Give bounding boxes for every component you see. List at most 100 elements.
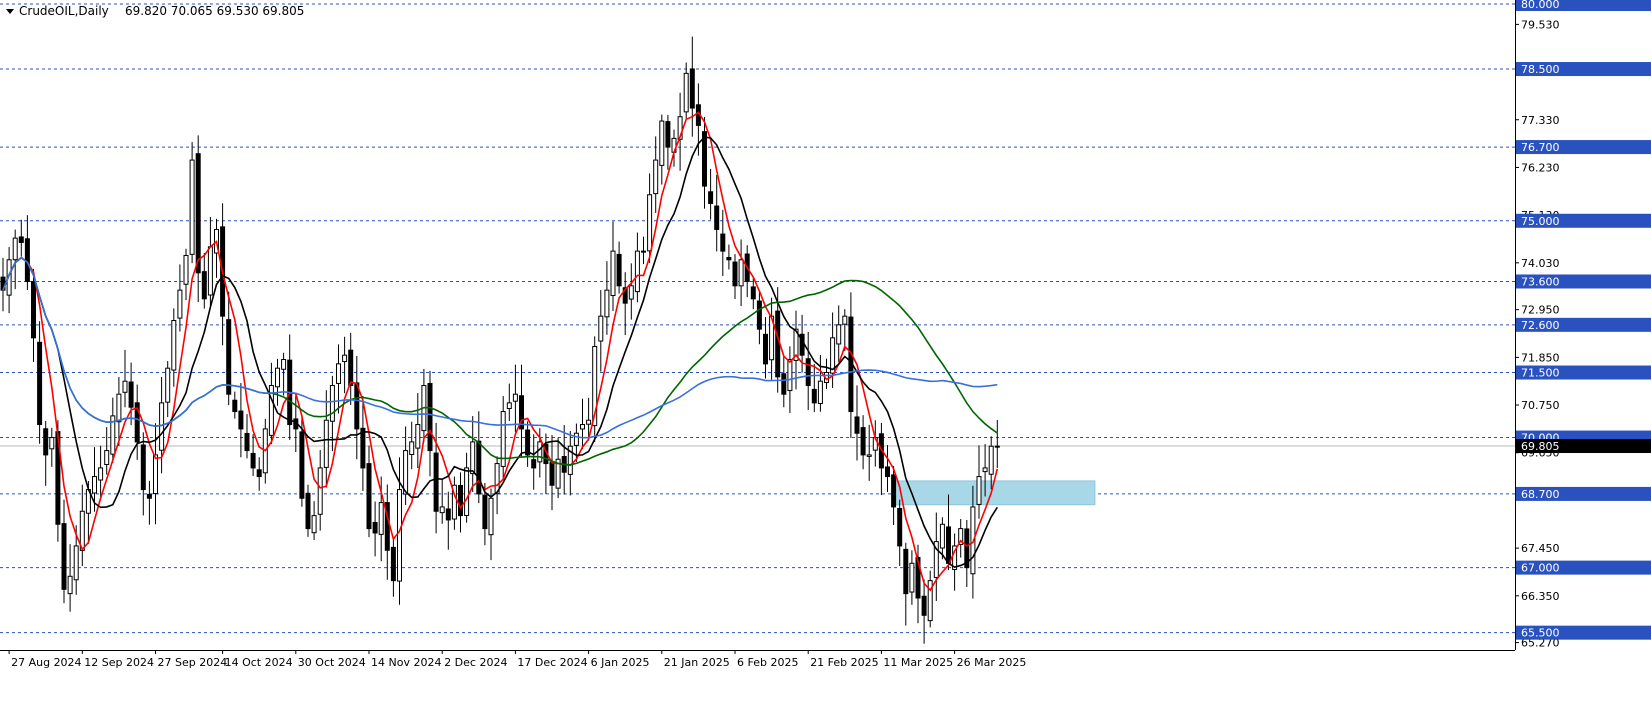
level-tag-label: 80.000 xyxy=(1521,0,1560,11)
candle-bull xyxy=(842,315,848,325)
time-tick-label: 14 Oct 2024 xyxy=(225,656,293,669)
candle-bull xyxy=(153,454,158,495)
candle-bear xyxy=(946,526,951,564)
candle xyxy=(189,142,195,264)
candle-bull xyxy=(628,285,634,300)
candle-bear xyxy=(903,548,909,595)
candle-bull xyxy=(177,289,183,319)
candle-bull xyxy=(610,250,616,297)
candle-bull xyxy=(67,575,73,595)
candle-bull xyxy=(378,502,384,535)
candle-bear xyxy=(854,416,860,434)
time-tick-label: 14 Nov 2024 xyxy=(371,656,441,669)
level-tag-label: 67.000 xyxy=(1521,562,1560,575)
candle-bear xyxy=(811,388,817,404)
time-tick-label: 26 Mar 2025 xyxy=(957,656,1027,669)
time-tick-label: 17 Dec 2024 xyxy=(517,656,587,669)
candle-bull xyxy=(275,367,280,388)
candle-bull xyxy=(634,250,640,293)
candle-bear xyxy=(128,381,134,408)
candle-bear xyxy=(860,427,866,456)
candle-bull xyxy=(342,354,348,363)
candle-bull xyxy=(604,289,610,318)
time-tick-label: 12 Sep 2024 xyxy=(84,656,154,669)
candle-bear xyxy=(140,444,146,491)
candle-bear xyxy=(781,373,787,395)
candle-bear xyxy=(195,153,201,274)
candle-bull xyxy=(580,424,585,430)
time-tick-label: 6 Feb 2025 xyxy=(737,656,798,669)
candle-bull xyxy=(537,441,543,463)
candle-bear xyxy=(256,469,262,478)
candle-bear xyxy=(390,546,396,582)
candle-bull xyxy=(464,467,470,516)
candle-bull xyxy=(488,497,494,536)
candle-bull xyxy=(183,254,189,285)
price-tick-label: 76.230 xyxy=(1521,161,1560,174)
candle-bear xyxy=(372,521,378,534)
candle-bear xyxy=(24,238,30,282)
candle-bull xyxy=(909,562,915,593)
candle-bull xyxy=(439,506,445,514)
candle-bull xyxy=(415,424,421,449)
candle-bear xyxy=(714,205,720,230)
candle-bear xyxy=(708,191,714,204)
level-tag-label: 71.500 xyxy=(1521,367,1560,380)
candle-bull xyxy=(116,393,122,423)
time-tick-label: 11 Mar 2025 xyxy=(883,656,953,669)
price-tick-label: 66.350 xyxy=(1521,590,1560,603)
candle-bear xyxy=(226,319,232,395)
candle-bear xyxy=(433,452,439,512)
time-tick-label: 2 Dec 2024 xyxy=(444,656,507,669)
candle-bull xyxy=(409,441,415,455)
candle-bull xyxy=(323,419,329,468)
candle-bear xyxy=(43,428,49,456)
time-tick-label: 21 Jan 2025 xyxy=(664,656,730,669)
candle-bear xyxy=(366,463,372,530)
candle-bull xyxy=(738,259,744,287)
candle-bear xyxy=(305,492,311,530)
candle-bull xyxy=(92,476,97,494)
candle-bear xyxy=(201,271,207,300)
price-tick-label: 70.750 xyxy=(1521,399,1560,412)
candle-bull xyxy=(641,250,646,253)
candle-bull xyxy=(122,380,128,393)
support-zone xyxy=(893,480,1096,506)
candle-bear xyxy=(531,459,537,469)
candle-bull xyxy=(165,367,171,403)
price-tick-label: 79.530 xyxy=(1521,18,1560,31)
candle-bull xyxy=(336,363,341,384)
time-tick-label: 6 Jan 2025 xyxy=(591,656,650,669)
candle-bull xyxy=(189,159,195,255)
candle-bull xyxy=(598,315,604,342)
candle xyxy=(592,336,598,442)
time-tick-label: 27 Aug 2024 xyxy=(11,656,81,669)
candle-bear xyxy=(720,233,726,252)
candle-bull xyxy=(683,72,689,113)
candle-bear xyxy=(689,68,695,109)
candle-bull xyxy=(171,319,177,371)
time-tick-label: 27 Sep 2024 xyxy=(158,656,228,669)
candle-bear xyxy=(756,300,762,330)
candle-bull xyxy=(866,454,872,457)
candle-bear xyxy=(61,523,67,590)
candle-bear xyxy=(232,399,238,413)
candle-bull xyxy=(159,402,165,451)
candle-bear xyxy=(994,445,1000,448)
candle-bear xyxy=(763,333,768,365)
level-tag-label: 65.500 xyxy=(1521,627,1560,640)
candle-bull xyxy=(506,402,512,410)
price-tick-label: 67.450 xyxy=(1521,542,1560,555)
candle-bear xyxy=(360,427,366,469)
candle-bear xyxy=(18,236,24,243)
candle-bear xyxy=(726,256,732,261)
candle-bull xyxy=(281,359,287,370)
candle-bull xyxy=(98,467,104,481)
candle-bull xyxy=(647,194,653,252)
candle-bull xyxy=(104,450,110,466)
candle-bear xyxy=(299,431,305,499)
price-tick-label: 71.850 xyxy=(1521,351,1560,364)
time-tick-label: 30 Oct 2024 xyxy=(298,656,366,669)
candle-bull xyxy=(12,237,18,261)
candle-bear xyxy=(238,410,244,430)
